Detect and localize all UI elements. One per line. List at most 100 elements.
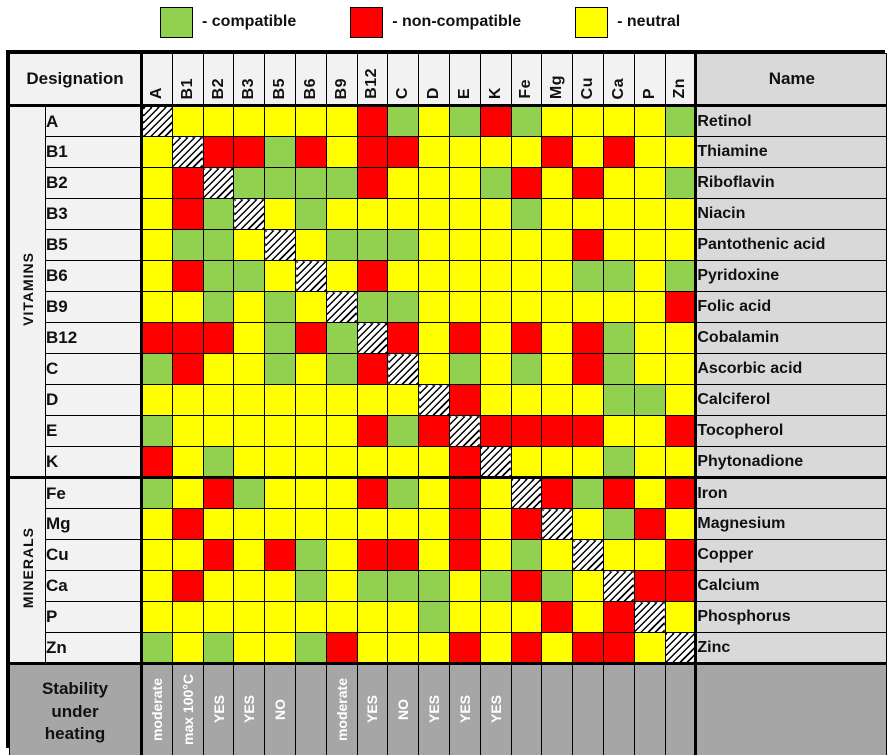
matrix-cell-D-Mg bbox=[541, 384, 574, 416]
matrix-cell-P-Ca bbox=[602, 601, 635, 633]
row-designation-P: P bbox=[44, 601, 144, 633]
matrix-cell-D-B1 bbox=[171, 384, 204, 416]
matrix-cell-D-B5 bbox=[264, 384, 296, 416]
matrix-cell-K-Mg bbox=[541, 446, 574, 478]
matrix-cell-E-E bbox=[448, 415, 481, 447]
matrix-cell-B12-Zn bbox=[664, 322, 697, 354]
matrix-cell-C-B5 bbox=[264, 353, 296, 385]
matrix-cell-B5-B3 bbox=[233, 229, 266, 261]
column-header-label: K bbox=[486, 86, 504, 99]
matrix-cell-B6-B5 bbox=[264, 260, 296, 292]
matrix-cell-B2-C bbox=[387, 167, 420, 199]
matrix-cell-Cu-A bbox=[141, 539, 173, 571]
column-header-B12: B12 bbox=[356, 53, 389, 107]
matrix-cell-E-P bbox=[633, 415, 666, 447]
matrix-cell-Zn-Mg bbox=[541, 632, 574, 664]
matrix-cell-Cu-P bbox=[633, 539, 666, 571]
matrix-cell-B5-A bbox=[141, 229, 173, 261]
stability-cell-B12: YES bbox=[356, 662, 389, 755]
matrix-cell-P-B9 bbox=[325, 601, 358, 633]
matrix-cell-K-D bbox=[418, 446, 450, 478]
matrix-cell-B2-Zn bbox=[664, 167, 697, 199]
matrix-cell-B12-Fe bbox=[510, 322, 543, 354]
matrix-cell-Mg-B12 bbox=[356, 508, 389, 540]
matrix-cell-Zn-A bbox=[141, 632, 173, 664]
matrix-cell-Ca-B2 bbox=[202, 570, 235, 602]
matrix-cell-B12-B5 bbox=[264, 322, 296, 354]
stability-value: moderate bbox=[149, 677, 166, 742]
table-row: B12 Cobalamin bbox=[10, 322, 888, 354]
matrix-cell-Zn-Cu bbox=[572, 632, 604, 664]
matrix-cell-Cu-D bbox=[418, 539, 450, 571]
matrix-cell-B1-B12 bbox=[356, 136, 389, 168]
column-header-label: Zn bbox=[670, 78, 688, 99]
column-header-label: B5 bbox=[271, 77, 289, 99]
column-header-label: E bbox=[455, 87, 473, 99]
matrix-cell-Cu-B1 bbox=[171, 539, 204, 571]
stability-row: Stability under heating moderate max 100°C YE… bbox=[8, 662, 888, 755]
matrix-cell-B5-Cu bbox=[572, 229, 604, 261]
matrix-cell-P-B12 bbox=[356, 601, 389, 633]
row-name-Zn: Zinc bbox=[694, 632, 888, 664]
matrix-cell-B5-Zn bbox=[664, 229, 697, 261]
matrix-cell-Cu-Ca bbox=[602, 539, 635, 571]
matrix-cell-B3-P bbox=[633, 198, 666, 230]
matrix-cell-B6-Fe bbox=[510, 260, 543, 292]
matrix-cell-Mg-C bbox=[387, 508, 420, 540]
matrix-cell-B2-B6 bbox=[295, 167, 327, 199]
matrix-cell-Zn-D bbox=[418, 632, 450, 664]
matrix-cell-B12-B9 bbox=[325, 322, 358, 354]
column-header-label: B2 bbox=[209, 77, 227, 99]
matrix-cell-P-K bbox=[479, 601, 512, 633]
matrix-cell-B1-K bbox=[479, 136, 512, 168]
matrix-cell-B2-B9 bbox=[325, 167, 358, 199]
matrix-cell-P-Mg bbox=[541, 601, 574, 633]
matrix-cell-Zn-B3 bbox=[233, 632, 266, 664]
matrix-cell-C-Zn bbox=[664, 353, 697, 385]
matrix-cell-Fe-Zn bbox=[664, 476, 697, 509]
group-label-text: MINERALS bbox=[19, 527, 36, 609]
group-label-minerals: MINERALS bbox=[9, 476, 46, 664]
column-header-B9: B9 bbox=[325, 53, 358, 107]
matrix-cell-B6-B9 bbox=[325, 260, 358, 292]
row-designation-D: D bbox=[44, 384, 144, 416]
matrix-cell-Zn-E bbox=[448, 632, 481, 664]
matrix-cell-Fe-C bbox=[387, 476, 420, 509]
matrix-cell-K-Fe bbox=[510, 446, 543, 478]
matrix-cell-A-C bbox=[387, 105, 420, 137]
matrix-cell-P-Zn bbox=[664, 601, 697, 633]
matrix-cell-C-B3 bbox=[233, 353, 266, 385]
matrix-cell-B6-B12 bbox=[356, 260, 389, 292]
legend-item-non-compatible: - non-compatible bbox=[350, 6, 521, 38]
matrix-cell-A-Zn bbox=[664, 105, 697, 137]
matrix-cell-B12-Ca bbox=[602, 322, 635, 354]
row-name-C: Ascorbic acid bbox=[694, 353, 888, 385]
matrix-cell-B5-D bbox=[418, 229, 450, 261]
matrix-cell-B5-B12 bbox=[356, 229, 389, 261]
matrix-cell-B9-B9 bbox=[325, 291, 358, 323]
column-header-D: D bbox=[418, 53, 450, 107]
matrix-cell-B12-B3 bbox=[233, 322, 266, 354]
matrix-cell-P-P bbox=[633, 601, 666, 633]
matrix-cell-Fe-K bbox=[479, 476, 512, 509]
matrix-cell-Mg-D bbox=[418, 508, 450, 540]
designation-header: Designation bbox=[8, 53, 144, 107]
matrix-cell-B9-Mg bbox=[541, 291, 574, 323]
stability-title-line: under bbox=[51, 701, 99, 721]
column-header-label: A bbox=[148, 86, 166, 99]
stability-value: YES bbox=[456, 695, 473, 724]
matrix-cell-B12-A bbox=[141, 322, 173, 354]
matrix-cell-Fe-E bbox=[448, 476, 481, 509]
matrix-cell-Ca-B1 bbox=[171, 570, 204, 602]
matrix-cell-Fe-B1 bbox=[171, 476, 204, 509]
matrix-cell-B3-Ca bbox=[602, 198, 635, 230]
matrix-cell-D-B2 bbox=[202, 384, 235, 416]
row-designation-Ca: Ca bbox=[44, 570, 144, 602]
column-header-K: K bbox=[479, 53, 512, 107]
matrix-cell-K-B1 bbox=[171, 446, 204, 478]
row-designation-B2: B2 bbox=[44, 167, 144, 199]
matrix-cell-B6-C bbox=[387, 260, 420, 292]
matrix-cell-K-B6 bbox=[295, 446, 327, 478]
matrix-cell-Cu-E bbox=[448, 539, 481, 571]
matrix-cell-B3-B6 bbox=[295, 198, 327, 230]
